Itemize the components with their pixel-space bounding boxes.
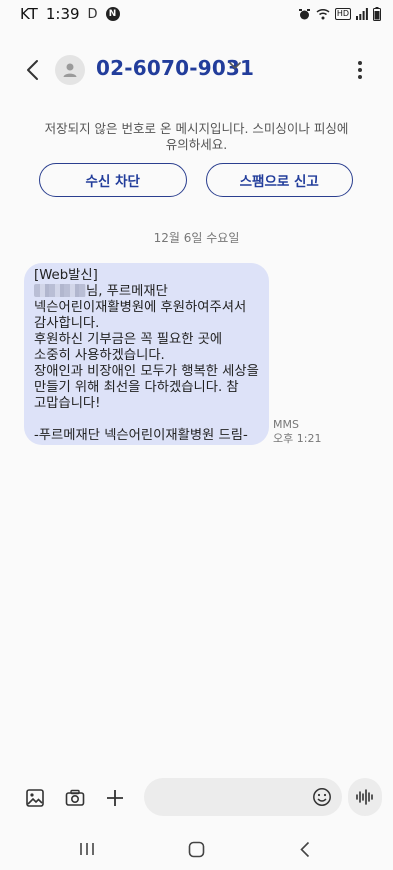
avatar[interactable] <box>55 55 85 85</box>
notice-line-2: 유의하세요. <box>165 137 228 152</box>
alarm-icon <box>298 8 310 19</box>
plus-icon <box>107 790 123 806</box>
person-icon <box>63 63 77 77</box>
unknown-sender-notice: 저장되지 않은 번호로 온 메시지입니다. 스미싱이나 피싱에 유의하세요. <box>30 121 363 153</box>
carrier-label: KT <box>20 5 38 23</box>
more-options-button[interactable] <box>353 58 367 82</box>
recent-apps-button[interactable] <box>72 838 102 860</box>
signal-icon <box>356 8 368 20</box>
home-icon <box>188 841 204 857</box>
message-greeting: 님, 푸르메재단 <box>34 284 259 300</box>
status-d-indicator: D <box>87 6 98 22</box>
camera-icon <box>65 789 85 806</box>
message-type: MMS <box>273 418 299 431</box>
notice-line-1: 저장되지 않은 번호로 온 메시지입니다. 스미싱이나 피싱에 <box>44 121 349 136</box>
status-bar: KT 1:39 D N HD <box>0 0 393 28</box>
recents-icon <box>80 843 94 855</box>
system-navigation-bar <box>0 832 393 866</box>
message-meta: MMS 오후 1:21 <box>273 418 321 446</box>
gallery-button[interactable] <box>23 786 47 810</box>
date-separator: 12월 6일 수요일 <box>153 231 240 245</box>
conversation-header: 02-6070-9031 <box>0 48 393 92</box>
hd-voice-icon: HD <box>334 8 351 20</box>
gallery-icon <box>26 789 44 807</box>
battery-icon <box>373 7 381 21</box>
block-button[interactable]: 수신 차단 <box>39 163 187 197</box>
redacted-name <box>34 284 86 297</box>
camera-button[interactable] <box>63 786 87 810</box>
voice-wave-icon <box>356 789 373 805</box>
nfc-icon: N <box>105 7 120 21</box>
greeting-text: 님, 푸르메재단 <box>86 284 168 299</box>
back-arrow-icon <box>27 60 38 80</box>
clock: 1:39 <box>45 5 80 23</box>
back-button[interactable] <box>20 56 44 84</box>
report-spam-button[interactable]: 스팸으로 신고 <box>205 163 353 197</box>
back-nav-icon <box>300 841 310 857</box>
more-vertical-icon <box>358 61 362 65</box>
composer-bar <box>0 778 393 818</box>
message-bubble[interactable]: [Web발신] 님, 푸르메재단 넥슨어린이재활병원에 후원하여주셔서 감사합니다.… <box>24 263 269 445</box>
home-button[interactable] <box>181 838 211 860</box>
emoji-icon[interactable] <box>312 787 332 807</box>
wifi-icon <box>316 8 330 20</box>
notice-actions: 수신 차단 스팸으로 신고 <box>39 163 353 197</box>
message-time: 오후 1:21 <box>273 432 322 445</box>
chevron-down-icon[interactable] <box>229 62 241 70</box>
message-header: [Web발신] <box>34 268 98 283</box>
back-nav-button[interactable] <box>290 838 320 860</box>
message-input-container[interactable] <box>144 778 342 816</box>
voice-input-button[interactable] <box>348 778 382 816</box>
add-attachment-button[interactable] <box>103 786 127 810</box>
message-body: 넥슨어린이재활병원에 후원하여주셔서 감사합니다. 후원하신 기부금은 꼭 필요… <box>34 300 259 443</box>
message-input[interactable] <box>144 778 294 816</box>
